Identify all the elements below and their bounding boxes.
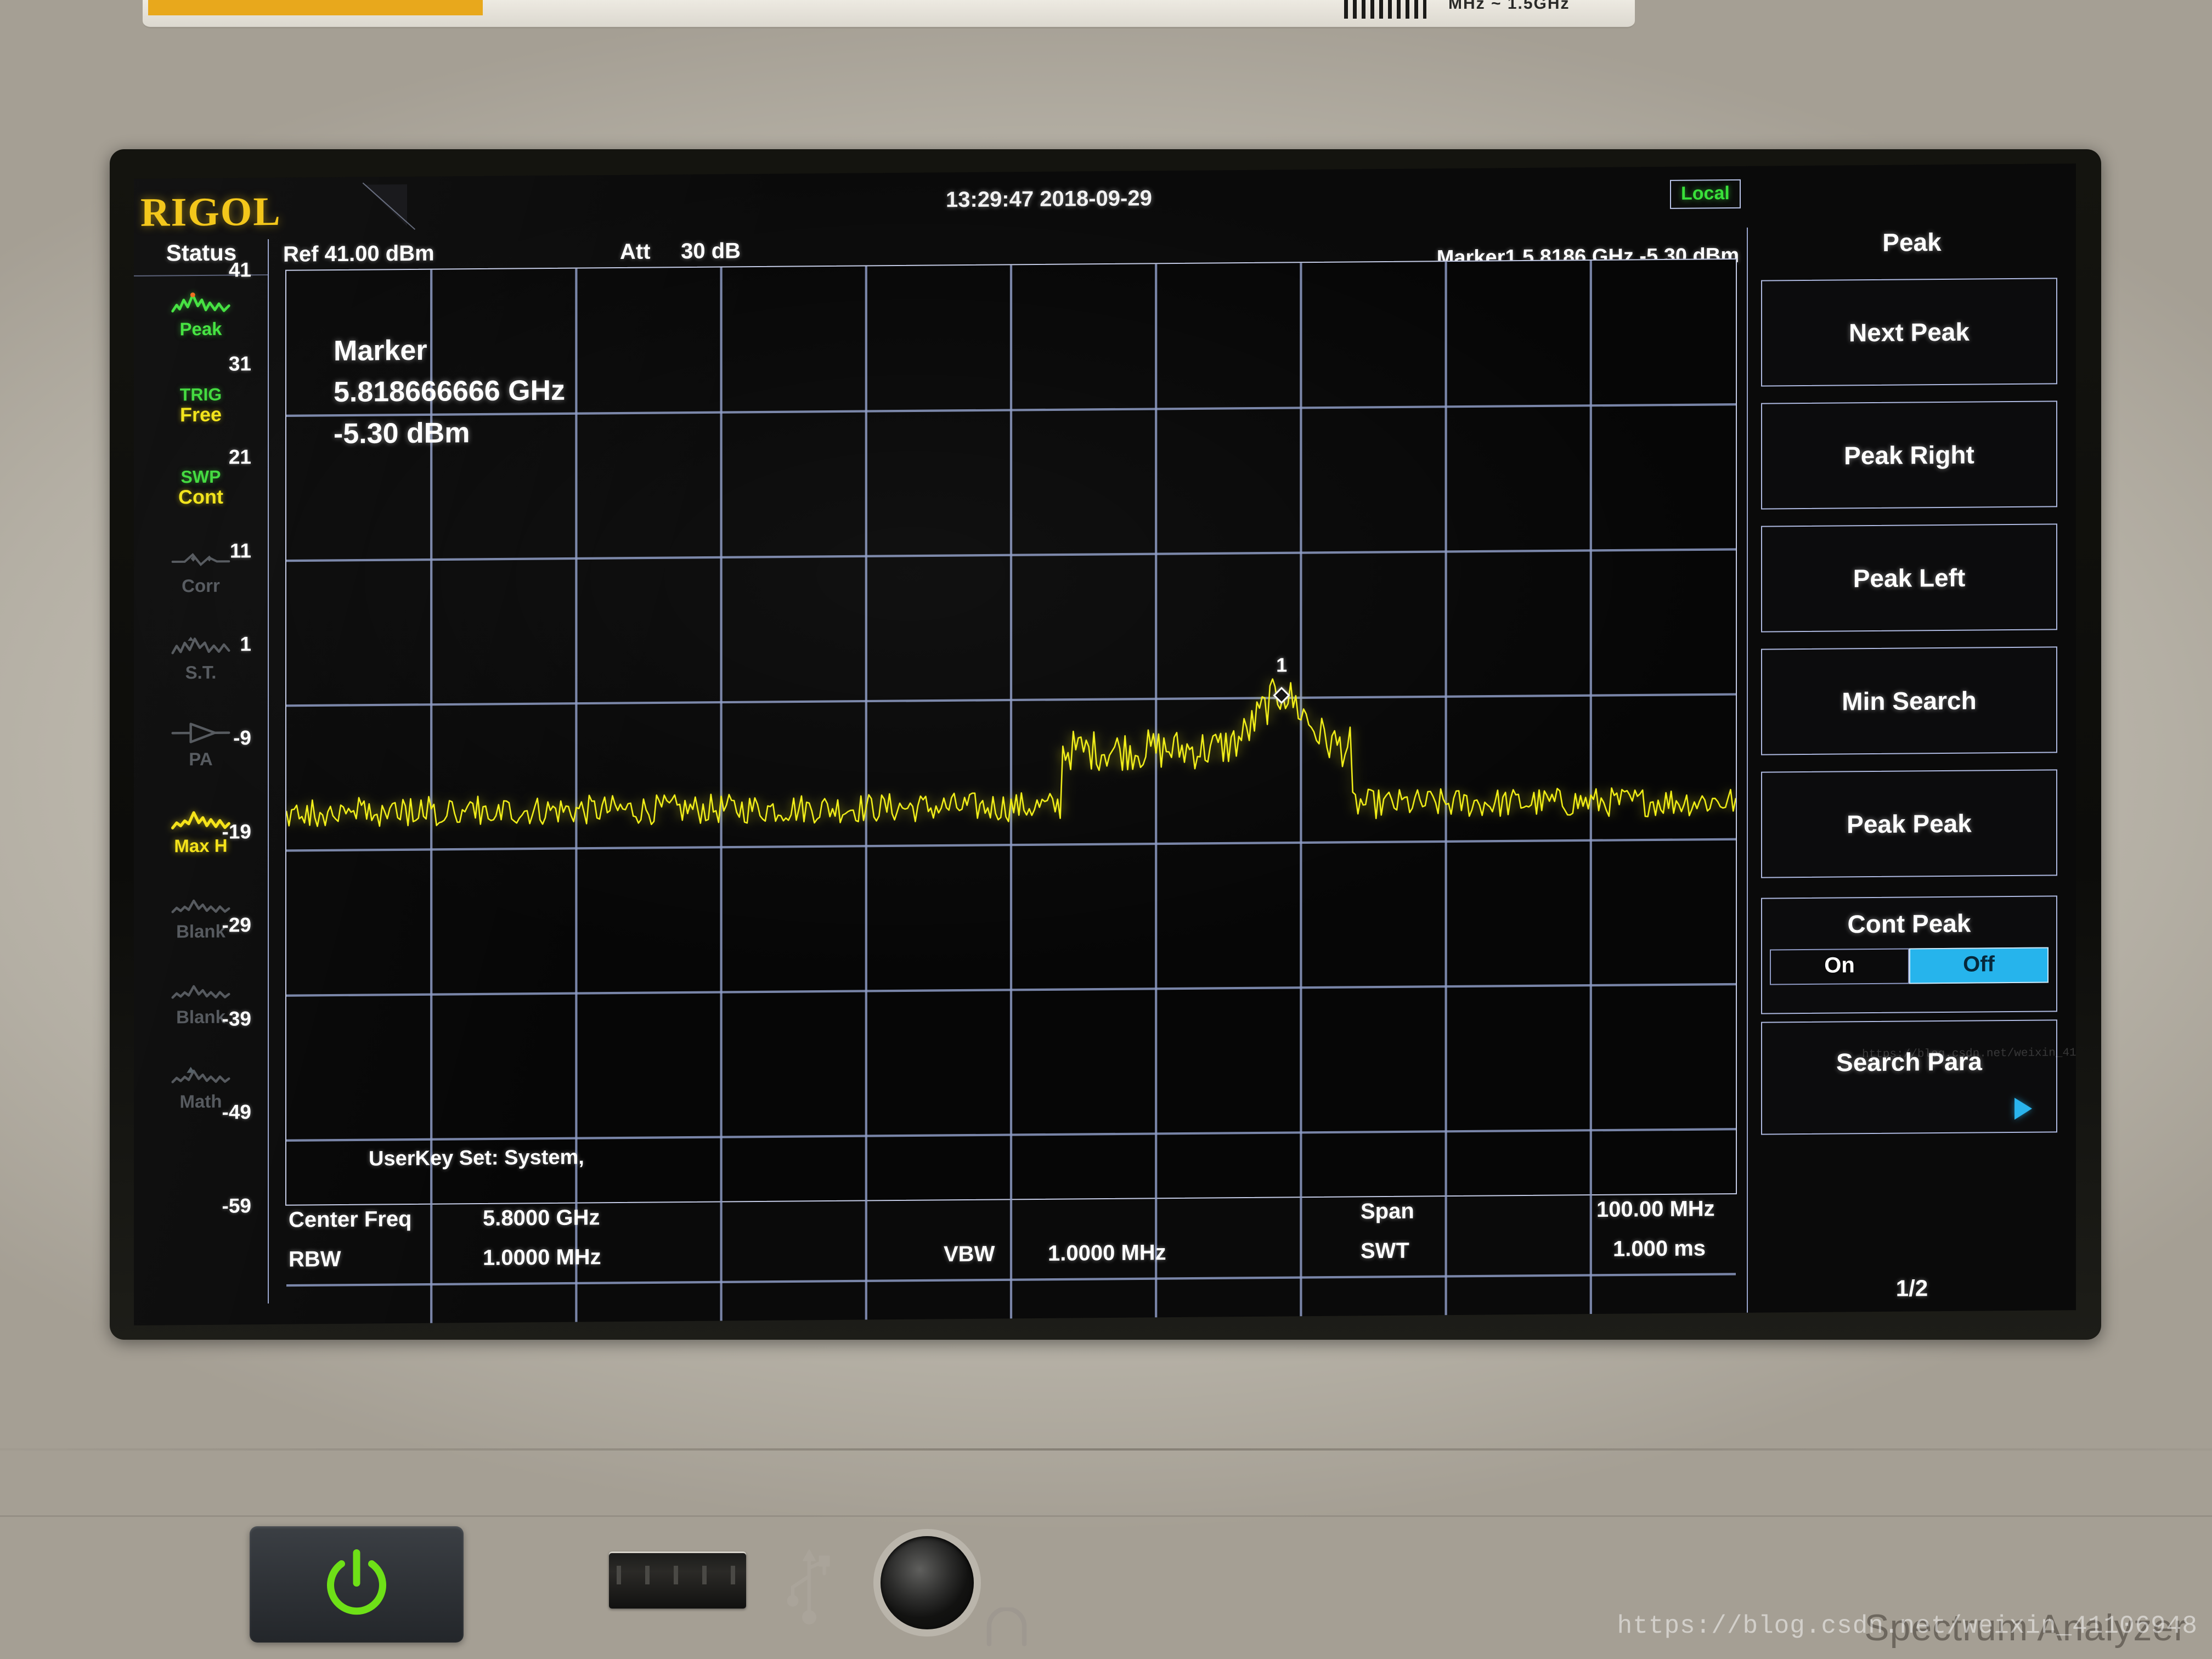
reference-level-readout: Ref 41.00 dBm bbox=[283, 241, 435, 267]
att-value: 30 dB bbox=[681, 239, 741, 264]
swt-label: SWT bbox=[1361, 1238, 1409, 1263]
softkey-cont-peak-label: Cont Peak bbox=[1847, 909, 1971, 939]
power-icon bbox=[327, 1549, 386, 1615]
top-strip-text: MHz ~ 1.5GHz bbox=[1448, 0, 1570, 13]
marker-annotation-amplitude: -5.30 dBm bbox=[334, 416, 470, 450]
softkey-peak-left[interactable]: Peak Left bbox=[1761, 523, 2057, 633]
menu-page-indicator: 1/2 bbox=[1895, 1275, 1928, 1301]
y-axis-tick: -19 bbox=[222, 820, 251, 843]
marker-annotation: Marker 5.818666666 GHz -5.30 dBm bbox=[334, 329, 565, 455]
cont-peak-on-option[interactable]: On bbox=[1770, 948, 1909, 985]
parameter-bar: Center Freq 5.8000 GHz Span 100.00 MHz R… bbox=[285, 1197, 1737, 1290]
rbw-value[interactable]: 1.0000 MHz bbox=[483, 1245, 601, 1271]
vbw-label: VBW bbox=[944, 1242, 995, 1267]
softkey-label: Next Peak bbox=[1849, 317, 1970, 347]
panel-seam bbox=[0, 1448, 2212, 1451]
center-freq-value[interactable]: 5.8000 GHz bbox=[483, 1205, 600, 1231]
status-item-label: PA bbox=[189, 748, 213, 770]
ref-value: 41.00 dBm bbox=[324, 241, 435, 267]
softkey-label: Min Search bbox=[1842, 686, 1977, 716]
display-screen: RIGOL 13:29:47 2018-09-29 Local Status P… bbox=[134, 163, 2076, 1325]
y-axis-tick: -59 bbox=[222, 1194, 251, 1217]
usb-port[interactable] bbox=[609, 1551, 746, 1609]
softkey-label: Peak Left bbox=[1853, 563, 1966, 593]
softkey-next-peak[interactable]: Next Peak bbox=[1761, 278, 2057, 387]
softkey-peak-peak[interactable]: Peak Peak bbox=[1761, 769, 2057, 878]
softkey-min-search[interactable]: Min Search bbox=[1761, 646, 2057, 755]
y-axis-tick: -39 bbox=[222, 1007, 251, 1030]
y-axis-tick: -9 bbox=[233, 726, 251, 749]
y-axis-tick: 11 bbox=[229, 539, 251, 562]
softkey-cont-peak[interactable]: Cont Peak On Off bbox=[1761, 895, 2057, 1014]
y-axis-tick: 31 bbox=[228, 352, 251, 375]
plot-area: Ref 41.00 dBm Att 30 dB Marker1 5.8186 G… bbox=[222, 228, 1741, 1325]
status-item-free: TRIG Free bbox=[146, 376, 256, 439]
y-axis-tick: 21 bbox=[228, 445, 251, 469]
status-item-title: TRIG bbox=[179, 384, 222, 405]
swt-value[interactable]: 1.000 ms bbox=[1613, 1236, 1706, 1261]
marker-annotation-frequency: 5.818666666 GHz bbox=[334, 375, 566, 409]
barcode-mark bbox=[1344, 0, 1426, 19]
span-value[interactable]: 100.00 MHz bbox=[1596, 1197, 1715, 1222]
marker-annotation-title: Marker bbox=[334, 334, 427, 368]
timestamp: 13:29:47 2018-09-29 bbox=[946, 186, 1152, 212]
softkey-search-para[interactable]: Search Para bbox=[1761, 1019, 2057, 1135]
trace-blank-icon bbox=[146, 978, 256, 1008]
status-item-s-t-: S.T. bbox=[146, 633, 256, 696]
att-label: Att bbox=[620, 239, 651, 264]
submenu-arrow-icon bbox=[2015, 1097, 2032, 1120]
display-bezel: RIGOL 13:29:47 2018-09-29 Local Status P… bbox=[110, 149, 2101, 1340]
trace-peak-icon bbox=[146, 290, 256, 320]
instrument-chassis: MHz ~ 1.5GHz RIGOL 13:29:47 2018-09-29 L… bbox=[0, 0, 2212, 1659]
userkey-status-text: UserKey Set: System, bbox=[369, 1146, 584, 1171]
center-freq-label: Center Freq bbox=[289, 1206, 412, 1232]
vbw-value[interactable]: 1.0000 MHz bbox=[1048, 1240, 1166, 1266]
marker-1-label: 1 bbox=[1276, 653, 1288, 676]
top-label-strip: MHz ~ 1.5GHz bbox=[143, 0, 1635, 29]
power-button[interactable] bbox=[250, 1526, 464, 1643]
softkey-peak-right[interactable]: Peak Right bbox=[1761, 400, 2057, 510]
status-badge-local[interactable]: Local bbox=[1670, 179, 1741, 209]
status-item-label: S.T. bbox=[185, 662, 217, 683]
ref-label: Ref bbox=[283, 242, 319, 267]
sweep-time-icon bbox=[146, 633, 256, 664]
rigol-logo: RIGOL bbox=[140, 189, 281, 235]
softkey-menu-title: Peak bbox=[1882, 228, 1942, 257]
panel-divider bbox=[0, 1515, 2212, 1517]
rbw-label: RBW bbox=[289, 1246, 341, 1272]
status-item-label: Peak bbox=[179, 318, 222, 340]
cont-peak-toggle[interactable]: On Off bbox=[1770, 947, 2049, 985]
status-item-label: Cont bbox=[178, 485, 223, 508]
status-sidebar: Status Peak TRIG Free SWP Cont Corr S.T. PA Max … bbox=[134, 239, 269, 1305]
softkey-menu: Peak Next Peak Peak Right Peak Left Min Sea… bbox=[1747, 225, 2076, 1313]
span-label: Span bbox=[1361, 1199, 1414, 1224]
yellow-label-patch bbox=[148, 0, 483, 15]
softkey-label: Peak Peak bbox=[1847, 809, 1972, 839]
cont-peak-off-option[interactable]: Off bbox=[1909, 947, 2049, 984]
status-item-label: Corr bbox=[182, 575, 220, 596]
y-axis-tick: 1 bbox=[240, 633, 251, 656]
headphone-jack[interactable] bbox=[881, 1536, 974, 1629]
usb-icon bbox=[787, 1549, 830, 1624]
y-axis-tick: 41 bbox=[228, 258, 251, 281]
headphone-icon bbox=[986, 1607, 1027, 1646]
image-watermark: https://blog.csdn.net/weixin_41106948 bbox=[1617, 1612, 2198, 1640]
logo-corner-decoration bbox=[364, 184, 407, 227]
attenuation-readout: Att 30 dB bbox=[620, 239, 741, 264]
status-item-peak: Peak bbox=[146, 290, 256, 352]
y-axis-tick: -49 bbox=[222, 1101, 251, 1124]
screen-watermark: https://blog.csdn.net/weixin_41106948 bbox=[1862, 1046, 2076, 1062]
status-item-label: Free bbox=[179, 403, 222, 426]
graticule: Marker 5.818666666 GHz -5.30 dBm UserKey… bbox=[285, 258, 1737, 1325]
status-item-title: SWP bbox=[180, 466, 221, 487]
softkey-label: Peak Right bbox=[1844, 440, 1974, 470]
trace-math-icon bbox=[146, 1062, 256, 1093]
y-axis-tick: -29 bbox=[222, 913, 251, 936]
